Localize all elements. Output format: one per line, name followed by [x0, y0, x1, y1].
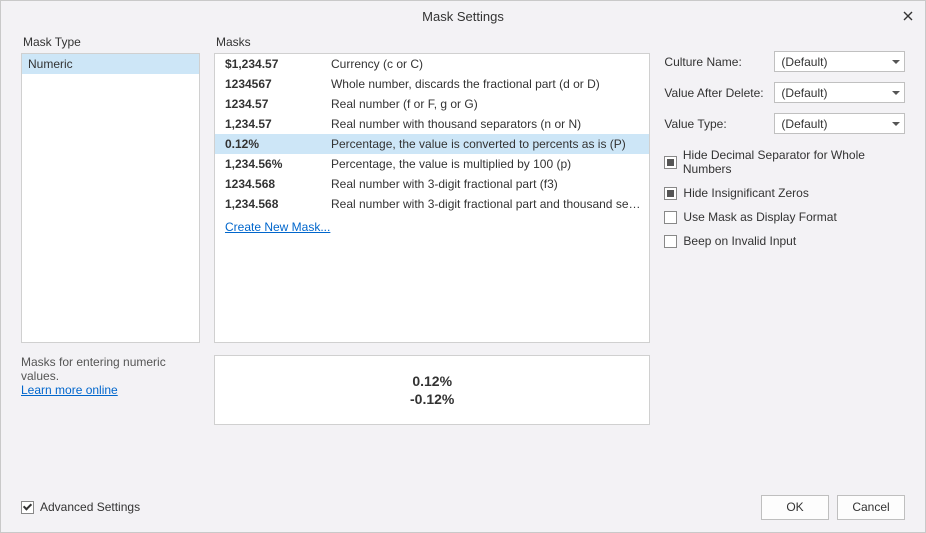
check-use-as-display-label: Use Mask as Display Format: [683, 210, 836, 224]
advanced-settings-label: Advanced Settings: [40, 500, 140, 514]
mask-desc: Whole number, discards the fractional pa…: [331, 77, 645, 91]
mask-type-panel: Numeric: [21, 53, 200, 343]
close-icon[interactable]: [899, 7, 917, 25]
culture-name-combo[interactable]: (Default): [774, 51, 905, 72]
dialog: Mask Settings Mask Type Numeric Masks fo…: [0, 0, 926, 533]
mask-desc: Currency (c or C): [331, 57, 645, 71]
mask-type-item[interactable]: Numeric: [22, 54, 199, 74]
mask-row[interactable]: 0.12%Percentage, the value is converted …: [215, 134, 649, 154]
mask-row[interactable]: 1,234.56%Percentage, the value is multip…: [215, 154, 649, 174]
mask-sample: 1234.57: [225, 97, 331, 111]
footer-left: Advanced Settings: [21, 500, 140, 514]
cancel-button[interactable]: Cancel: [837, 495, 905, 520]
culture-name-label: Culture Name:: [664, 55, 774, 69]
learn-more-link[interactable]: Learn more online: [21, 383, 118, 397]
create-new-mask-link[interactable]: Create New Mask...: [215, 214, 649, 237]
hint-text: Masks for entering numeric values.: [21, 355, 166, 383]
check-advanced-settings[interactable]: Advanced Settings: [21, 500, 140, 514]
prop-culture-name: Culture Name: (Default): [664, 51, 905, 72]
check-beep-label: Beep on Invalid Input: [683, 234, 796, 248]
masks-column: Masks $1,234.57Currency (c or C)1234567W…: [214, 31, 650, 482]
mask-row[interactable]: 1234.57Real number (f or F, g or G): [215, 94, 649, 114]
masks-panel: $1,234.57Currency (c or C)1234567Whole n…: [214, 53, 650, 343]
mask-desc: Real number with 3-digit fractional part…: [331, 177, 645, 191]
value-after-delete-value: (Default): [781, 86, 827, 100]
mask-type-column: Mask Type Numeric Masks for entering num…: [21, 31, 200, 482]
checkbox-icon: [664, 211, 677, 224]
mask-sample: 0.12%: [225, 137, 331, 151]
prop-value-type: Value Type: (Default): [664, 113, 905, 134]
preview-line-1: 0.12%: [412, 372, 452, 390]
preview-panel: 0.12% -0.12%: [214, 355, 650, 425]
titlebar: Mask Settings: [1, 1, 925, 31]
mask-sample: 1234567: [225, 77, 331, 91]
footer-right: OK Cancel: [761, 495, 905, 520]
check-hide-zeros[interactable]: Hide Insignificant Zeros: [664, 186, 905, 200]
chevron-down-icon: [892, 122, 900, 126]
content: Mask Type Numeric Masks for entering num…: [21, 31, 905, 482]
mask-desc: Percentage, the value is multiplied by 1…: [331, 157, 645, 171]
footer: Advanced Settings OK Cancel: [1, 482, 925, 532]
ok-button[interactable]: OK: [761, 495, 829, 520]
columns: Mask Type Numeric Masks for entering num…: [21, 31, 905, 482]
mask-type-header: Mask Type: [21, 31, 200, 53]
mask-sample: 1234.568: [225, 177, 331, 191]
mask-row[interactable]: $1,234.57Currency (c or C): [215, 54, 649, 74]
checkbox-icon: [664, 235, 677, 248]
culture-name-value: (Default): [781, 55, 827, 69]
check-hide-decimal-label: Hide Decimal Separator for Whole Numbers: [683, 148, 905, 176]
checkbox-icon: [664, 187, 677, 200]
check-use-as-display[interactable]: Use Mask as Display Format: [664, 210, 905, 224]
value-type-combo[interactable]: (Default): [774, 113, 905, 134]
value-after-delete-label: Value After Delete:: [664, 86, 774, 100]
mask-sample: $1,234.57: [225, 57, 331, 71]
check-hide-decimal[interactable]: Hide Decimal Separator for Whole Numbers: [664, 148, 905, 176]
mask-row[interactable]: 1234567Whole number, discards the fracti…: [215, 74, 649, 94]
value-after-delete-combo[interactable]: (Default): [774, 82, 905, 103]
mask-sample: 1,234.56%: [225, 157, 331, 171]
value-type-value: (Default): [781, 117, 827, 131]
preview-line-2: -0.12%: [410, 390, 454, 408]
prop-value-after-delete: Value After Delete: (Default): [664, 82, 905, 103]
mask-row[interactable]: 1,234.57Real number with thousand separa…: [215, 114, 649, 134]
chevron-down-icon: [892, 91, 900, 95]
masks-list: $1,234.57Currency (c or C)1234567Whole n…: [215, 54, 649, 342]
mask-type-item-label: Numeric: [28, 57, 73, 71]
mask-sample: 1,234.568: [225, 197, 331, 211]
mask-desc: Real number (f or F, g or G): [331, 97, 645, 111]
properties-column: Culture Name: (Default) Value After Dele…: [664, 31, 905, 482]
check-hide-zeros-label: Hide Insignificant Zeros: [683, 186, 808, 200]
mask-desc: Percentage, the value is converted to pe…: [331, 137, 645, 151]
mask-row[interactable]: 1234.568Real number with 3-digit fractio…: [215, 174, 649, 194]
mask-sample: 1,234.57: [225, 117, 331, 131]
value-type-label: Value Type:: [664, 117, 774, 131]
check-beep[interactable]: Beep on Invalid Input: [664, 234, 905, 248]
checkbox-icon: [21, 501, 34, 514]
mask-row[interactable]: 1,234.568Real number with 3-digit fracti…: [215, 194, 649, 214]
mask-type-list: Numeric: [22, 54, 199, 342]
mask-desc: Real number with thousand separators (n …: [331, 117, 645, 131]
mask-desc: Real number with 3-digit fractional part…: [331, 197, 645, 211]
dialog-title: Mask Settings: [422, 9, 504, 24]
chevron-down-icon: [892, 60, 900, 64]
hint-block: Masks for entering numeric values. Learn…: [21, 355, 200, 397]
checkbox-icon: [664, 156, 676, 169]
masks-header: Masks: [214, 31, 650, 53]
